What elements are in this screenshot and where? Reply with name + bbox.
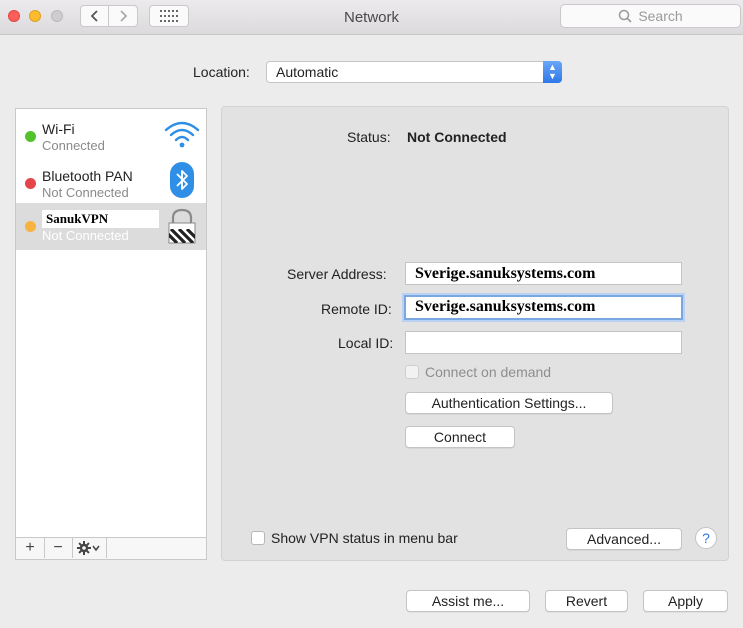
server-address-field[interactable]: Sverige.sanuksystems.com (405, 262, 682, 285)
local-id-field[interactable] (405, 331, 682, 354)
apply-button[interactable]: Apply (643, 590, 728, 612)
location-value: Automatic (276, 64, 339, 80)
search-field[interactable]: Search (560, 4, 741, 28)
assist-me-button[interactable]: Assist me... (406, 590, 530, 612)
service-name: Wi-Fi (42, 121, 75, 137)
help-button[interactable]: ? (695, 527, 717, 549)
service-list: Wi-Fi Connected Bluetooth PAN Not Connec… (15, 108, 207, 560)
bluetooth-icon (170, 162, 194, 198)
location-label: Location: (193, 64, 250, 80)
service-item-wifi[interactable]: Wi-Fi Connected (16, 113, 206, 160)
vpn-lock-icon (168, 208, 196, 244)
status-dot-red (25, 178, 36, 189)
service-list-toolbar: + − (16, 537, 206, 559)
show-vpn-status-label: Show VPN status in menu bar (271, 530, 458, 546)
service-name: SanukVPN (42, 210, 159, 228)
status-dot-orange (25, 221, 36, 232)
advanced-button[interactable]: Advanced... (566, 528, 682, 550)
remote-id-label: Remote ID: (321, 301, 392, 317)
revert-button[interactable]: Revert (545, 590, 628, 612)
show-vpn-status-checkbox[interactable] (251, 531, 265, 545)
add-service-button[interactable]: + (16, 538, 45, 558)
authentication-settings-button[interactable]: Authentication Settings... (405, 392, 613, 414)
connect-on-demand-label: Connect on demand (425, 364, 552, 380)
service-status: Not Connected (42, 228, 129, 243)
status-label: Status: (347, 129, 391, 145)
connect-on-demand-checkbox[interactable] (405, 365, 419, 379)
search-placeholder: Search (638, 8, 683, 24)
service-action-button[interactable] (72, 538, 107, 558)
connect-button[interactable]: Connect (405, 426, 515, 448)
location-popup[interactable]: Automatic ▲ ▼ (266, 61, 562, 83)
service-status: Connected (42, 138, 105, 153)
remote-id-field[interactable]: Sverige.sanuksystems.com (404, 295, 683, 320)
gear-icon (77, 541, 100, 555)
popup-arrows-icon: ▲ ▼ (543, 61, 562, 83)
local-id-label: Local ID: (338, 335, 394, 351)
service-item-sanukvpn[interactable]: SanukVPN Not Connected (16, 203, 206, 250)
search-icon (619, 9, 632, 23)
service-item-bluetooth[interactable]: Bluetooth PAN Not Connected (16, 160, 206, 207)
service-status: Not Connected (42, 185, 129, 200)
status-value: Not Connected (407, 129, 507, 145)
status-dot-green (25, 131, 36, 142)
wifi-icon (164, 121, 200, 148)
service-name: Bluetooth PAN (42, 168, 133, 184)
server-address-label: Server Address: (287, 266, 387, 282)
remove-service-button[interactable]: − (44, 538, 73, 558)
